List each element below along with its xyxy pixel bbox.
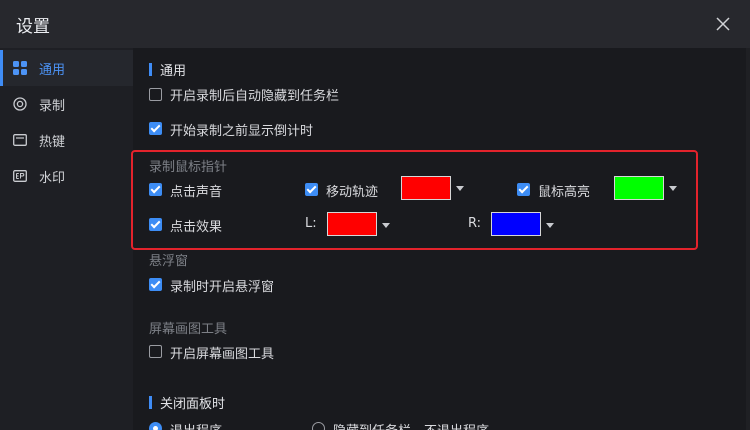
- close-icon[interactable]: [712, 13, 734, 35]
- keyboard-icon: [13, 133, 27, 147]
- drawing-tool-label: 开启屏幕画图工具: [170, 347, 275, 362]
- drawing-group-title: 屏幕画图工具: [149, 322, 228, 337]
- countdown-checkbox[interactable]: [149, 122, 162, 135]
- auto-hide-label: 开启录制后自动隐藏到任务栏: [170, 89, 340, 104]
- floating-window-label: 录制时开启悬浮窗: [170, 280, 275, 295]
- settings-panel: 通用 开启录制后自动隐藏到任务栏 开始录制之前显示倒计时 录制鼠标指针 点击声音…: [133, 48, 750, 430]
- sidebar-item-hotkeys[interactable]: 热键: [0, 122, 133, 158]
- chevron-down-icon[interactable]: [546, 223, 554, 228]
- auto-hide-checkbox[interactable]: [149, 88, 162, 101]
- sidebar-item-label: 录制: [39, 99, 66, 114]
- title-bar: 设置: [0, 0, 750, 48]
- sidebar-item-general[interactable]: 通用: [0, 50, 133, 86]
- window-title: 设置: [16, 17, 50, 37]
- click-effect-label: 点击效果: [170, 220, 223, 235]
- sidebar-item-label: 通用: [39, 63, 66, 78]
- sidebar-item-label: 水印: [39, 171, 66, 186]
- record-icon: [13, 97, 27, 111]
- click-sound-label: 点击声音: [170, 185, 223, 200]
- chevron-down-icon[interactable]: [669, 186, 677, 191]
- move-track-color-swatch[interactable]: [401, 176, 451, 200]
- exit-program-radio[interactable]: [149, 422, 162, 430]
- move-track-label: 移动轨迹: [326, 185, 379, 200]
- chevron-down-icon[interactable]: [456, 186, 464, 191]
- click-sound-checkbox[interactable]: [149, 183, 162, 196]
- sidebar-item-watermark[interactable]: 水印: [0, 158, 133, 194]
- sidebar: 通用 录制 热键 水印: [0, 48, 133, 430]
- cursor-highlight-color-swatch[interactable]: [614, 176, 664, 200]
- drawing-tool-checkbox[interactable]: [149, 345, 162, 358]
- section-marker: [149, 396, 152, 409]
- floating-window-checkbox[interactable]: [149, 278, 162, 291]
- countdown-label: 开始录制之前显示倒计时: [170, 124, 314, 139]
- floating-group-title: 悬浮窗: [149, 254, 189, 269]
- watermark-icon: [13, 169, 27, 183]
- grid-icon: [13, 61, 27, 75]
- scrollbar[interactable]: [746, 48, 750, 430]
- move-track-checkbox[interactable]: [305, 183, 318, 196]
- hide-to-taskbar-radio[interactable]: [312, 422, 325, 430]
- cursor-highlight-label: 鼠标高亮: [538, 185, 591, 200]
- chevron-down-icon[interactable]: [382, 223, 390, 228]
- section-title-close-panel: 关闭面板时: [160, 397, 226, 412]
- cursor-highlight-checkbox[interactable]: [517, 183, 530, 196]
- click-effect-checkbox[interactable]: [149, 218, 162, 231]
- sidebar-item-label: 热键: [39, 135, 66, 150]
- section-marker: [149, 63, 152, 76]
- exit-program-label: 退出程序: [170, 420, 222, 430]
- right-click-label: R:: [468, 216, 482, 231]
- left-click-color-swatch[interactable]: [327, 212, 377, 236]
- right-click-color-swatch[interactable]: [491, 212, 541, 236]
- sidebar-item-record[interactable]: 录制: [0, 86, 133, 122]
- cursor-group-title: 录制鼠标指针: [149, 160, 228, 175]
- hide-to-taskbar-label: 隐藏到任务栏，不退出程序: [333, 420, 489, 430]
- left-click-label: L:: [305, 216, 317, 231]
- section-title-general: 通用: [160, 64, 187, 79]
